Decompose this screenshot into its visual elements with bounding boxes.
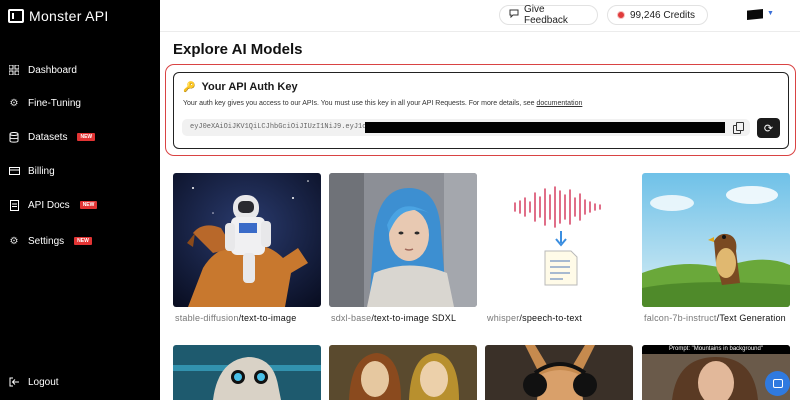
card-icon [8, 165, 20, 177]
sidebar-item-api-docs[interactable]: API Docs NEW [8, 194, 153, 216]
feedback-icon [509, 9, 519, 21]
sidebar-item-label: Settings [28, 235, 65, 247]
logout-label: Logout [28, 376, 59, 388]
new-badge: NEW [79, 201, 98, 209]
app-title: Monster API [29, 8, 109, 24]
sidebar: Monster API Dashboard ⚙ Fine-Tuning Data… [0, 0, 160, 400]
key-icon: 🔑 [183, 81, 196, 93]
copy-icon[interactable] [733, 122, 744, 134]
new-badge: NEW [77, 133, 96, 141]
api-key-redaction [365, 122, 725, 133]
chat-icon [772, 379, 783, 388]
model-card-image-sdxl-base[interactable] [329, 173, 477, 307]
sidebar-item-label: Billing [28, 165, 55, 177]
sidebar-item-label: API Docs [28, 199, 70, 211]
sidebar-item-billing[interactable]: Billing [8, 160, 153, 182]
model-card-image-stable-diffusion[interactable] [173, 173, 321, 307]
sidebar-item-settings[interactable]: ⚙ Settings NEW [8, 230, 153, 252]
sidebar-item-datasets[interactable]: Datasets NEW [8, 126, 153, 148]
model-name: whisper [487, 313, 520, 323]
model-task: speech-to-text [522, 313, 582, 323]
model-card-label-whisper[interactable]: whisper/speech-to-text [487, 312, 637, 324]
documentation-link[interactable]: documentation [536, 100, 582, 107]
refresh-key-button[interactable]: ⟳ [757, 118, 780, 138]
model-task: text-to-image [241, 313, 297, 323]
refresh-icon: ⟳ [763, 122, 774, 135]
page-title: Explore AI Models [173, 41, 303, 58]
model-name: sdxl-base [331, 313, 372, 323]
api-key-value: eyJ0eXAiOiJKV1QiLCJhbGciOiJIUzI1NiJ9.eyJ… [190, 123, 380, 131]
chat-support-button[interactable] [765, 371, 790, 396]
app-logo[interactable]: Monster API [8, 8, 109, 24]
logout-button[interactable]: Logout [8, 371, 153, 393]
credits-label: 99,246 Credits [630, 9, 696, 21]
credits-badge[interactable]: 99,246 Credits [607, 5, 708, 25]
new-badge: NEW [74, 237, 92, 245]
sidebar-item-label: Dashboard [28, 64, 77, 76]
gear-icon: ⚙ [9, 97, 19, 109]
prompt-caption: Prompt: "Mountains in background" [669, 346, 763, 352]
model-card-label-sdxl-base[interactable]: sdxl-base/text-to-image SDXL [331, 312, 481, 324]
grid-icon [8, 64, 20, 76]
doc-icon [8, 199, 20, 211]
chevron-down-icon[interactable]: ▼ [767, 10, 774, 17]
model-task: Text Generation [719, 313, 786, 323]
give-feedback-button[interactable]: Give Feedback [499, 4, 598, 26]
profile-flag-icon[interactable] [747, 9, 763, 20]
model-name: falcon-7b-instruct [644, 313, 717, 323]
auth-description: Your auth key gives you access to our AP… [183, 100, 582, 107]
model-name: stable-diffusion [175, 313, 239, 323]
auth-description-text: Your auth key gives you access to our AP… [183, 100, 537, 107]
auth-key-title: 🔑 Your API Auth Key [183, 81, 298, 93]
logout-icon [8, 376, 20, 388]
auth-title-text: Your API Auth Key [201, 81, 298, 93]
credits-icon [617, 11, 625, 19]
model-task: text-to-image SDXL [374, 313, 457, 323]
feedback-label: Give Feedback [524, 4, 568, 26]
model-card-image-dog[interactable] [485, 345, 633, 400]
model-card-image-falcon[interactable] [642, 173, 790, 307]
sidebar-item-dashboard[interactable]: Dashboard [8, 59, 153, 81]
model-card-label-falcon[interactable]: falcon-7b-instruct/Text Generation [644, 312, 794, 324]
model-card-label-stable-diffusion[interactable]: stable-diffusion/text-to-image [175, 312, 325, 324]
top-bar: Give Feedback 99,246 Credits ▼ [160, 0, 800, 32]
logo-icon [8, 9, 24, 23]
database-icon [8, 131, 20, 143]
sidebar-item-label: Datasets [28, 131, 68, 143]
model-card-image-whisper[interactable] [485, 173, 633, 307]
model-card-image-llama[interactable] [173, 345, 321, 400]
gear-icon: ⚙ [9, 235, 19, 247]
model-card-image-portraits[interactable] [329, 345, 477, 400]
sidebar-item-fine-tuning[interactable]: ⚙ Fine-Tuning [8, 92, 153, 114]
sidebar-item-label: Fine-Tuning [28, 97, 81, 109]
